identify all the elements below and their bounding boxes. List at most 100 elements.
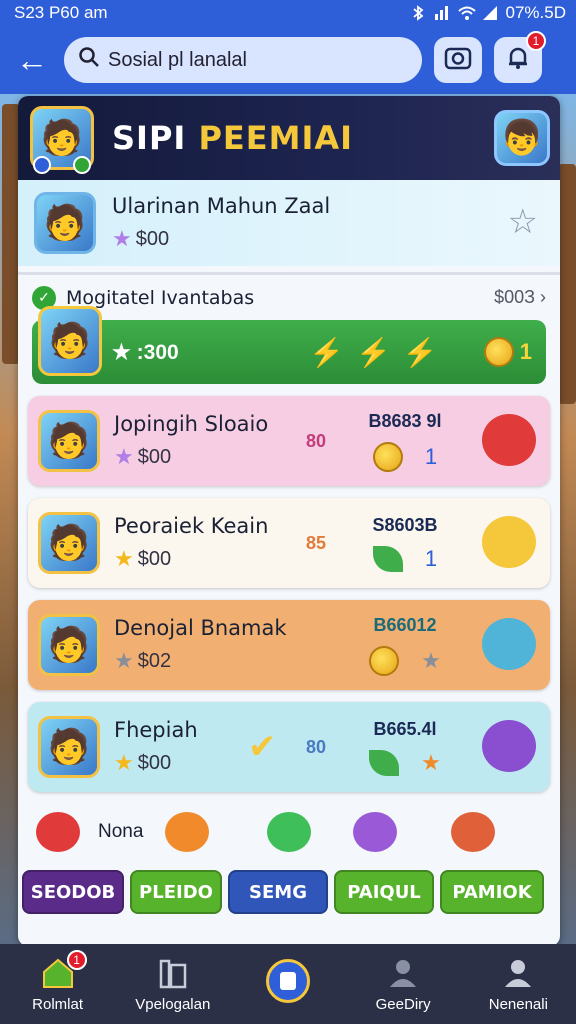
star-icon: ★ bbox=[114, 750, 134, 775]
user-icon bbox=[500, 956, 536, 990]
player-avatar: 🧑 bbox=[38, 614, 100, 676]
player-row[interactable]: 🧑 Denojal Bnamak ★ $02 B66012 ★ bbox=[28, 600, 550, 690]
banner: 🧑 SIPI PEEMIAI 👦 bbox=[18, 96, 560, 180]
search-input[interactable] bbox=[108, 48, 398, 72]
nav-badge: 1 bbox=[66, 949, 87, 970]
battery-level: 07%.5D bbox=[505, 3, 566, 22]
player-points: ★ $00 bbox=[114, 546, 292, 572]
section-see-all-link[interactable]: $00З › bbox=[494, 287, 546, 308]
star-outline-icon: ☆ bbox=[507, 203, 538, 241]
chip-label: SEODOB bbox=[30, 881, 116, 903]
player-points: ★ $02 bbox=[114, 648, 292, 674]
opponent-avatar-icon: 👦 bbox=[500, 119, 544, 157]
player-name: Denojal Bnamak bbox=[114, 616, 287, 640]
banner-avatar[interactable]: 🧑 bbox=[30, 106, 94, 174]
purple-monster-icon[interactable] bbox=[353, 812, 398, 852]
player-row[interactable]: 🧑 Fhepiah ★ $00 ✔ 80 B665.4l ★ bbox=[28, 702, 550, 792]
nav-label: Rolmlat bbox=[32, 995, 84, 1013]
orange-monster-icon[interactable] bbox=[165, 812, 210, 852]
player-points-value: $00 bbox=[137, 751, 172, 774]
highlight-row[interactable]: 🧑 ★ :300 ⚡ ⚡ ⚡ 1 bbox=[32, 306, 546, 384]
banner-title-part2: PEEMIAI bbox=[198, 119, 354, 157]
camera-button[interactable] bbox=[434, 37, 482, 83]
arrow-left-icon: ← bbox=[16, 41, 48, 78]
nav-item-home[interactable]: 1 Rolmlat bbox=[3, 949, 113, 1013]
chip[interactable]: SEMG bbox=[228, 870, 328, 914]
star-icon: ★ bbox=[114, 648, 134, 673]
search-bar[interactable] bbox=[64, 37, 422, 83]
player-stat-sub: 1 bbox=[424, 545, 438, 571]
my-profile-row[interactable]: 🧑 Ularinan Mahun Zaal ★ $00 ☆ bbox=[18, 180, 560, 266]
player-stat-value: B665.4l bbox=[373, 718, 437, 739]
checkmark-icon: ✔ bbox=[248, 728, 277, 766]
app-bar: ← 1 bbox=[0, 26, 576, 94]
coin-count: 1 bbox=[483, 337, 532, 367]
chip[interactable]: SEODOB bbox=[22, 870, 124, 914]
player-points-value: $00 bbox=[137, 547, 172, 570]
coin-icon bbox=[369, 645, 400, 676]
player-name: Jopingih Sloaio bbox=[114, 412, 269, 436]
player-stat: B665.4l ★ bbox=[360, 719, 450, 776]
player-stat-sub: 1 bbox=[424, 443, 438, 469]
player-avatar-icon: 🧑 bbox=[48, 322, 92, 360]
red-monster-icon[interactable] bbox=[36, 812, 80, 852]
chip[interactable]: PLEIDO bbox=[130, 870, 222, 914]
cell-signal-icon bbox=[482, 5, 498, 21]
player-stat-value: B66012 bbox=[373, 614, 437, 635]
star-icon: ★ bbox=[114, 444, 134, 469]
chip[interactable]: PAMIOK bbox=[440, 870, 544, 914]
bottom-nav: 1 Rolmlat Vpelogalan GeeDiry Nenenali bbox=[0, 944, 576, 1024]
chip-label: PAMIOK bbox=[452, 881, 532, 903]
notification-badge: 1 bbox=[526, 31, 546, 51]
nav-item-library[interactable]: Vpelogalan bbox=[118, 956, 228, 1013]
player-avatar-icon: 🧑 bbox=[40, 119, 84, 157]
monster-icon bbox=[482, 414, 536, 466]
wifi-icon bbox=[457, 5, 476, 21]
leaderboard-panel: 🧑 SIPI PEEMIAI 👦 🧑 Ularinan Mahun Zaal ★… bbox=[18, 96, 560, 946]
profile-avatar: 🧑 bbox=[34, 192, 96, 254]
nav-item-center[interactable] bbox=[233, 959, 343, 1009]
favorite-button[interactable]: ☆ bbox=[508, 202, 538, 242]
chip-label: PLEIDO bbox=[139, 881, 213, 903]
player-stat-value: B8683 9l bbox=[368, 410, 442, 431]
nav-label: Nenenali bbox=[488, 995, 548, 1013]
player-points-value: $02 bbox=[137, 649, 172, 672]
banner-title: SIPI PEEMIAI bbox=[112, 119, 353, 157]
player-stat: S8603B 1 bbox=[360, 515, 450, 572]
green-monster-icon[interactable] bbox=[267, 812, 312, 852]
bell-icon bbox=[505, 45, 531, 76]
player-avatar: 🧑 bbox=[38, 716, 100, 778]
player-avatar: 🧑 bbox=[38, 512, 100, 574]
player-name: Fhepiah bbox=[114, 718, 198, 742]
nav-item-profile[interactable]: GeeDiry bbox=[348, 956, 458, 1013]
orange-red-monster-icon[interactable] bbox=[451, 812, 496, 852]
player-row[interactable]: 🧑 Jopingih Sloaio ★ $00 80 B8683 9l 1 bbox=[28, 396, 550, 486]
player-stat: B66012 ★ bbox=[360, 615, 450, 676]
signal-bars-icon bbox=[434, 5, 450, 21]
player-row[interactable]: 🧑 Peoraiek Keain ★ $00 85 S8603B 1 bbox=[28, 498, 550, 588]
player-level: 85 bbox=[306, 532, 327, 553]
player-points: ★ $00 bbox=[114, 444, 292, 470]
back-button[interactable]: ← bbox=[12, 40, 52, 80]
profile-name: Ularinan Mahun Zaal bbox=[112, 194, 331, 218]
highlight-score-value: :300 bbox=[136, 340, 179, 364]
leaf-icon bbox=[369, 749, 400, 776]
bolt-icon: ⚡ bbox=[402, 336, 438, 368]
player-avatar-icon: 🧑 bbox=[47, 728, 91, 766]
pets-label: Nona bbox=[98, 821, 144, 842]
coin-icon bbox=[372, 441, 403, 472]
player-avatar-icon: 🧑 bbox=[47, 422, 91, 460]
leaf-icon bbox=[372, 545, 403, 572]
banner-title-part1: SIPI bbox=[112, 119, 187, 157]
monster-icon bbox=[482, 720, 536, 772]
player-points-value: $00 bbox=[137, 445, 172, 468]
nav-item-user[interactable]: Nenenali bbox=[463, 956, 573, 1013]
monster-icon bbox=[482, 516, 536, 568]
chip[interactable]: PAIQUL bbox=[334, 870, 434, 914]
notifications-button[interactable]: 1 bbox=[494, 31, 546, 83]
coin-count-value: 1 bbox=[519, 339, 532, 364]
coin-icon bbox=[483, 337, 514, 367]
banner-opponent-avatar[interactable]: 👦 bbox=[494, 110, 550, 166]
shield-badge-icon bbox=[33, 156, 51, 174]
player-level: 80 bbox=[306, 430, 327, 451]
